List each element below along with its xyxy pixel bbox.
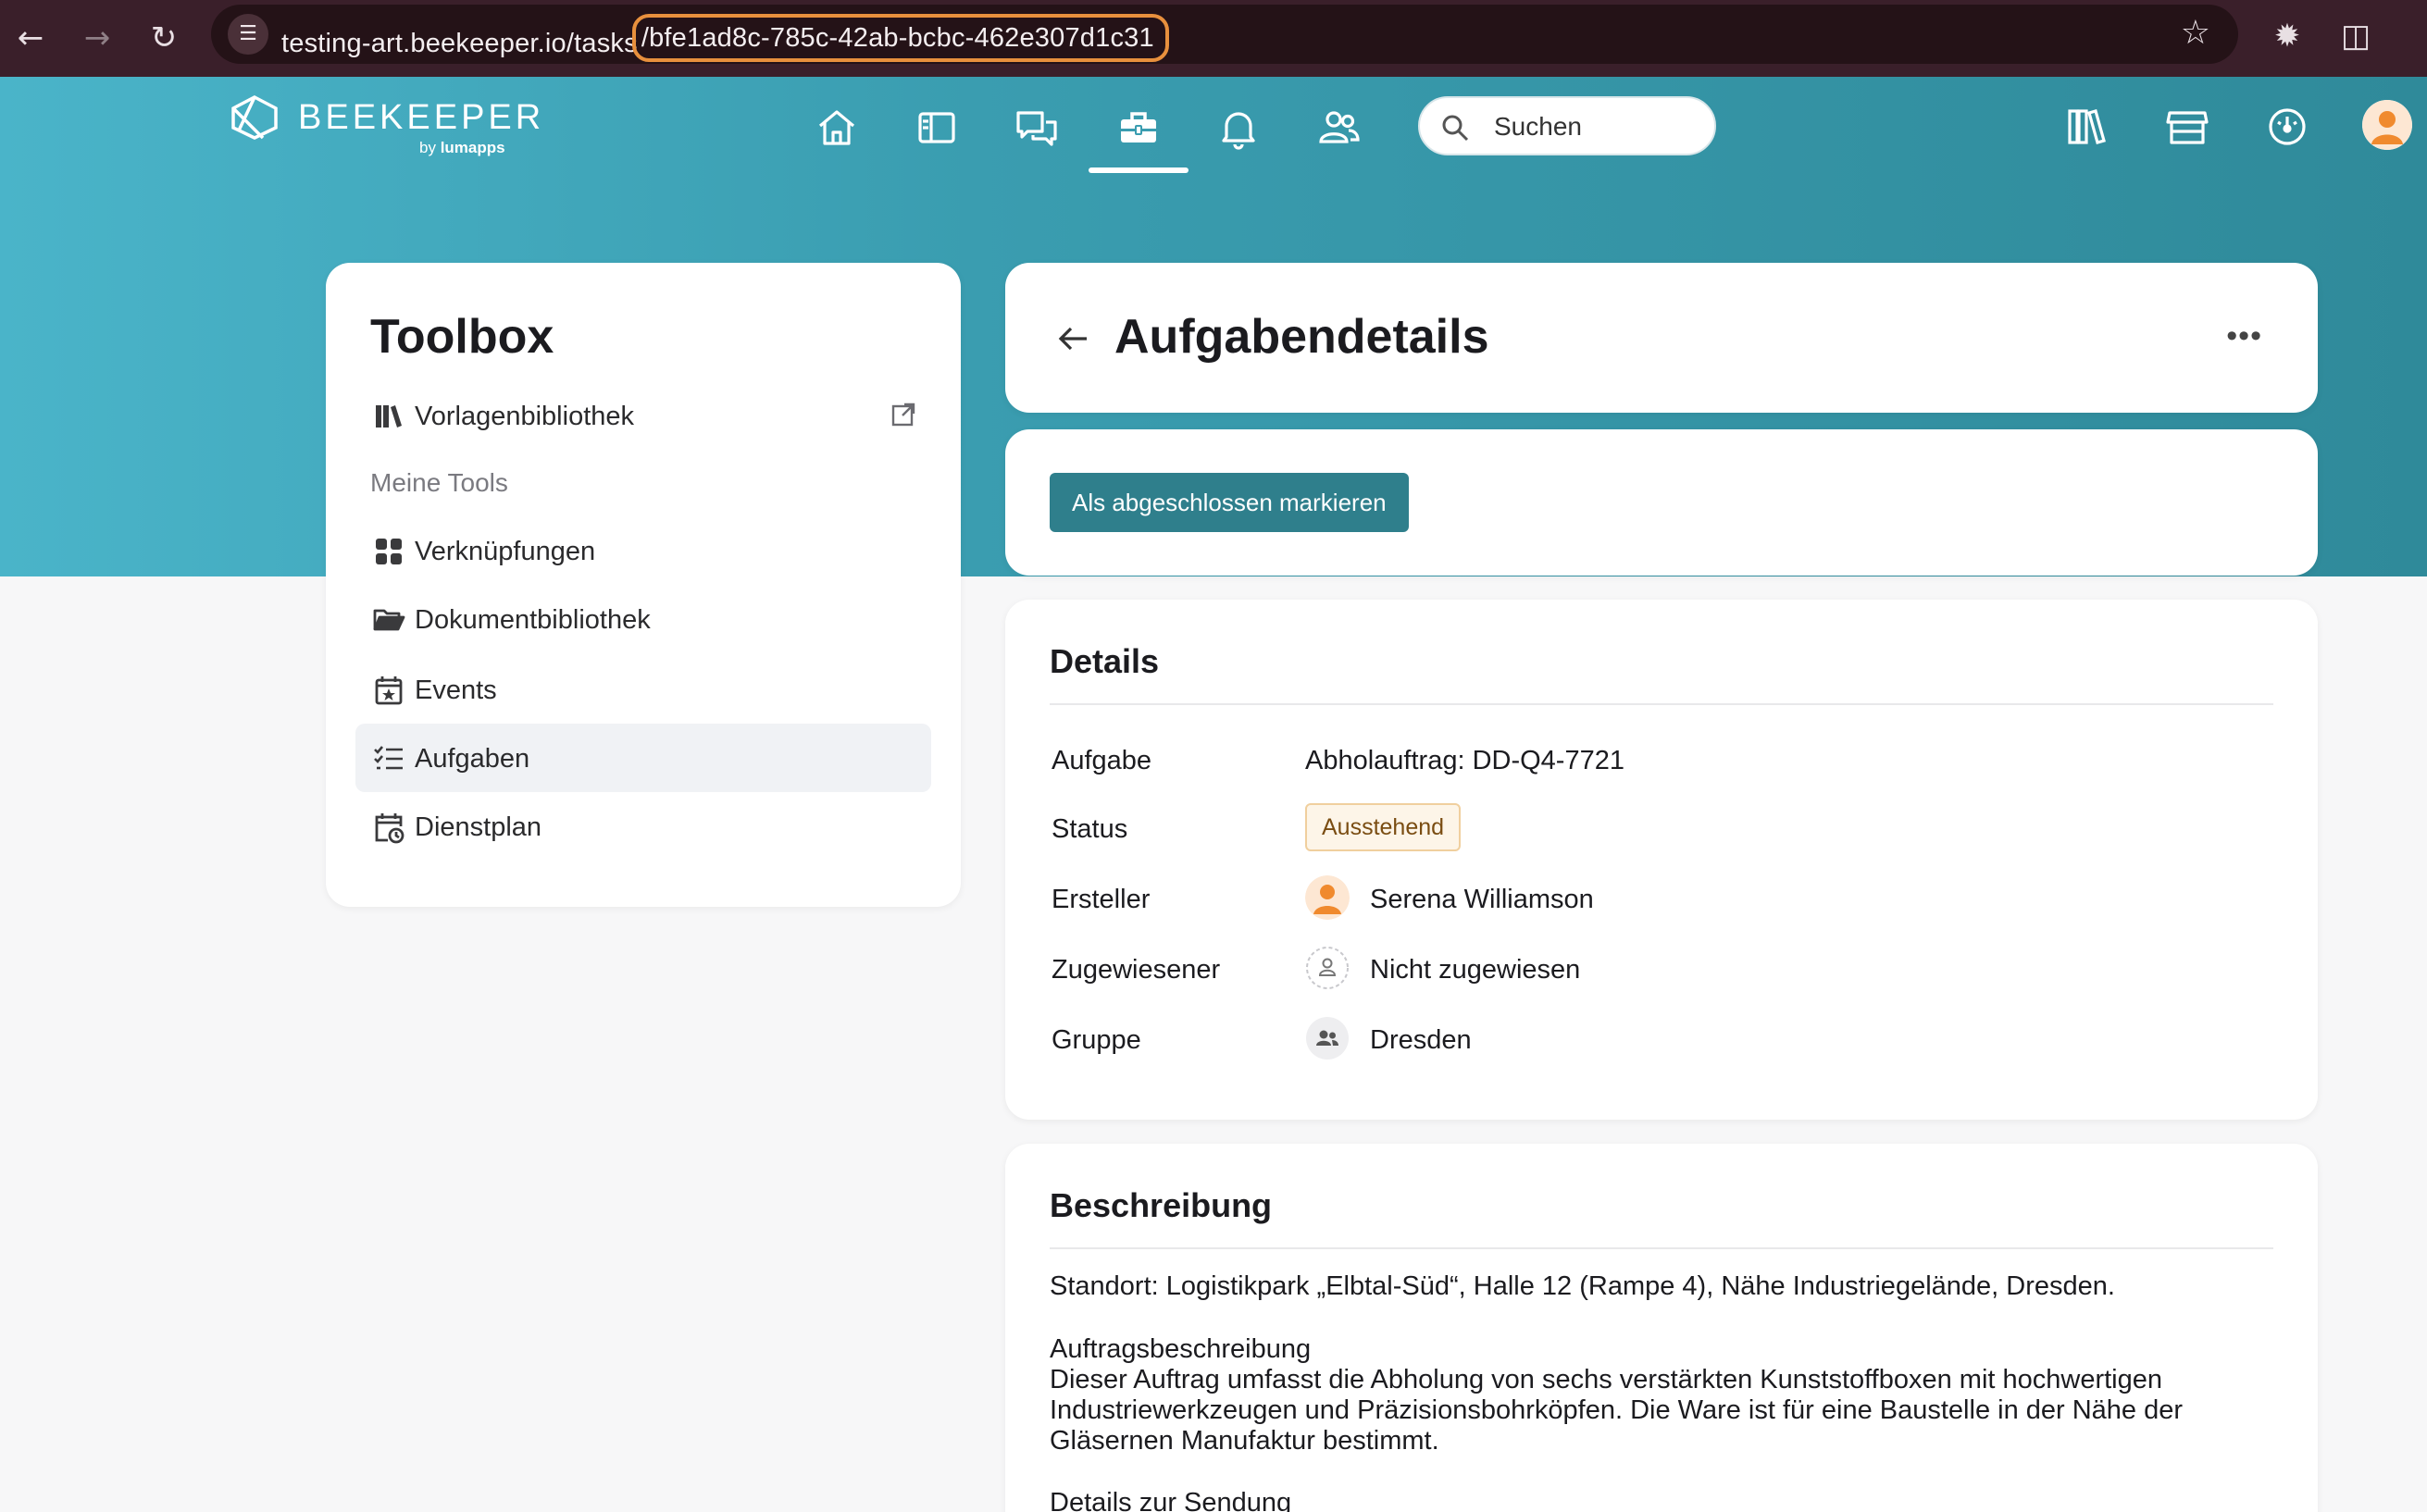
books-icon <box>372 400 405 433</box>
nav-chat-icon[interactable] <box>1011 102 1063 154</box>
user-avatar[interactable] <box>2362 100 2412 150</box>
sidebar-item-label: Dienstplan <box>415 812 542 842</box>
toolbox-title: Toolbox <box>370 310 554 364</box>
folder-icon <box>372 603 405 637</box>
description-location: Standort: Logistikpark „Elbtal-Süd“, Hal… <box>1050 1271 2115 1301</box>
description-body-line: Industriewerkzeugen und Präzisionsbohrkö… <box>1050 1395 2184 1425</box>
task-details-card: Details Aufgabe Abholauftrag: DD-Q4-7721… <box>1005 600 2318 1120</box>
description-subheading: Auftragsbeschreibung <box>1050 1334 1312 1364</box>
creator-name[interactable]: Serena Williamson <box>1370 885 1594 915</box>
marketplace-store-icon[interactable] <box>2160 100 2214 154</box>
task-actions-card: Als abgeschlossen markieren <box>1005 429 2318 576</box>
creator-avatar-icon[interactable] <box>1305 875 1350 920</box>
nav-stream-icon[interactable] <box>911 102 963 154</box>
detail-label: Aufgabe <box>1052 746 1152 775</box>
sidebar-item-template-library[interactable]: Vorlagenbibliothek <box>355 381 931 450</box>
browser-back-icon[interactable]: ← <box>7 15 54 61</box>
checklist-icon <box>372 742 405 775</box>
sidebar-item-label: Verknüpfungen <box>415 537 596 566</box>
browser-toolbar: ← → ↻ ☰ testing-art.beekeeper.io/tasks/b… <box>0 0 2427 77</box>
brand-byline: by lumapps <box>419 139 505 157</box>
extension-icon[interactable]: ✹ <box>2264 13 2310 59</box>
detail-row-status: Status Ausstehend <box>1050 801 2273 857</box>
grid-icon <box>372 535 405 568</box>
sidebar-item-label: Vorlagenbibliothek <box>415 402 635 431</box>
calendar-clock-icon <box>372 811 405 844</box>
toolbox-sidebar: Toolbox Vorlagenbibliothek Meine Tools V… <box>326 263 961 907</box>
details-heading: Details <box>1050 642 1160 680</box>
more-options-icon[interactable]: ••• <box>2226 318 2262 354</box>
beekeeper-logo-icon <box>231 95 278 140</box>
dashboard-gauge-icon[interactable] <box>2260 100 2314 154</box>
detail-label: Ersteller <box>1052 885 1151 914</box>
detail-row-assignee: Zugewiesener Nicht zugewiesen <box>1050 942 2273 998</box>
sidebar-item-label: Dokumentbibliothek <box>415 605 651 635</box>
extensions-puzzle-icon[interactable]: ◫ <box>2333 13 2379 59</box>
search-icon <box>1442 115 1469 142</box>
user-avatar-icon <box>2362 100 2412 150</box>
brand-partner: lumapps <box>440 139 505 156</box>
detail-label: Gruppe <box>1052 1025 1141 1055</box>
detail-row-group: Gruppe Dresden <box>1050 1012 2273 1068</box>
sidebar-item-label: Aufgaben <box>415 744 530 774</box>
description-heading: Beschreibung <box>1050 1186 1273 1224</box>
assignee-value: Nicht zugewiesen <box>1370 955 1581 985</box>
description-divider <box>1050 1247 2273 1249</box>
address-bar[interactable]: ☰ testing-art.beekeeper.io/tasks/bfe1ad8… <box>211 5 2238 64</box>
mark-complete-button[interactable]: Als abgeschlossen markieren <box>1050 473 1409 532</box>
sidebar-item-label: Events <box>415 675 497 705</box>
section-my-tools: Meine Tools <box>370 468 508 497</box>
sidebar-item-shift-plan[interactable]: Dienstplan <box>355 792 931 861</box>
nav-home-icon[interactable] <box>811 102 863 154</box>
group-people-icon <box>1306 1017 1349 1060</box>
details-divider <box>1050 703 2273 705</box>
url-text[interactable]: testing-art.beekeeper.io/tasks/bfe1ad8c-… <box>281 14 1169 68</box>
external-link-icon <box>889 400 918 429</box>
detail-row-task: Aufgabe Abholauftrag: DD-Q4-7721 <box>1050 733 2273 788</box>
search-input[interactable] <box>1494 111 1698 143</box>
unassigned-user-icon <box>1306 947 1349 989</box>
task-description-card: Beschreibung Standort: Logistikpark „Elb… <box>1005 1144 2318 1512</box>
library-books-icon[interactable] <box>2060 100 2114 154</box>
browser-forward-icon[interactable]: → <box>74 15 120 61</box>
detail-label: Status <box>1052 814 1128 844</box>
nav-people-icon[interactable] <box>1313 102 1364 154</box>
browser-reload-icon[interactable]: ↻ <box>141 15 187 61</box>
sidebar-item-document-library[interactable]: Dokumentbibliothek <box>355 585 931 653</box>
page-title: Aufgabendetails <box>1114 310 1489 364</box>
bookmark-star-icon[interactable]: ☆ <box>2181 14 2210 52</box>
detail-label: Zugewiesener <box>1052 955 1221 985</box>
description-subheading: Details zur Sendung <box>1050 1488 1292 1512</box>
brand-name: BEEKEEPER <box>298 98 545 137</box>
description-body-line: Dieser Auftrag umfasst die Abholung von … <box>1050 1365 2163 1394</box>
back-arrow-icon[interactable] <box>1055 320 1092 357</box>
url-prefix: testing-art.beekeeper.io/tasks <box>281 29 638 58</box>
url-task-id: /bfe1ad8c-785c-42ab-bcbc-462e307d1c31 <box>631 14 1169 62</box>
status-badge: Ausstehend <box>1305 803 1462 851</box>
description-body-line: Gläsernen Manufaktur bestimmt. <box>1050 1426 1439 1456</box>
detail-value: Abholauftrag: DD-Q4-7721 <box>1305 746 1624 775</box>
sidebar-item-events[interactable]: Events <box>355 655 931 724</box>
calendar-star-icon <box>372 674 405 707</box>
group-value[interactable]: Dresden <box>1370 1025 1472 1056</box>
nav-active-indicator <box>1089 167 1189 173</box>
sidebar-item-tasks[interactable]: Aufgaben <box>355 724 931 792</box>
sidebar-item-shortcuts[interactable]: Verknüpfungen <box>355 516 931 585</box>
site-info-icon[interactable]: ☰ <box>228 14 268 55</box>
task-header-card: Aufgabendetails ••• <box>1005 263 2318 413</box>
search-box[interactable] <box>1418 96 1716 155</box>
nav-toolbox-icon[interactable] <box>1113 102 1164 154</box>
nav-notifications-bell-icon[interactable] <box>1213 102 1264 154</box>
brand-by: by <box>419 139 436 156</box>
detail-row-creator: Ersteller Serena Williamson <box>1050 872 2273 927</box>
